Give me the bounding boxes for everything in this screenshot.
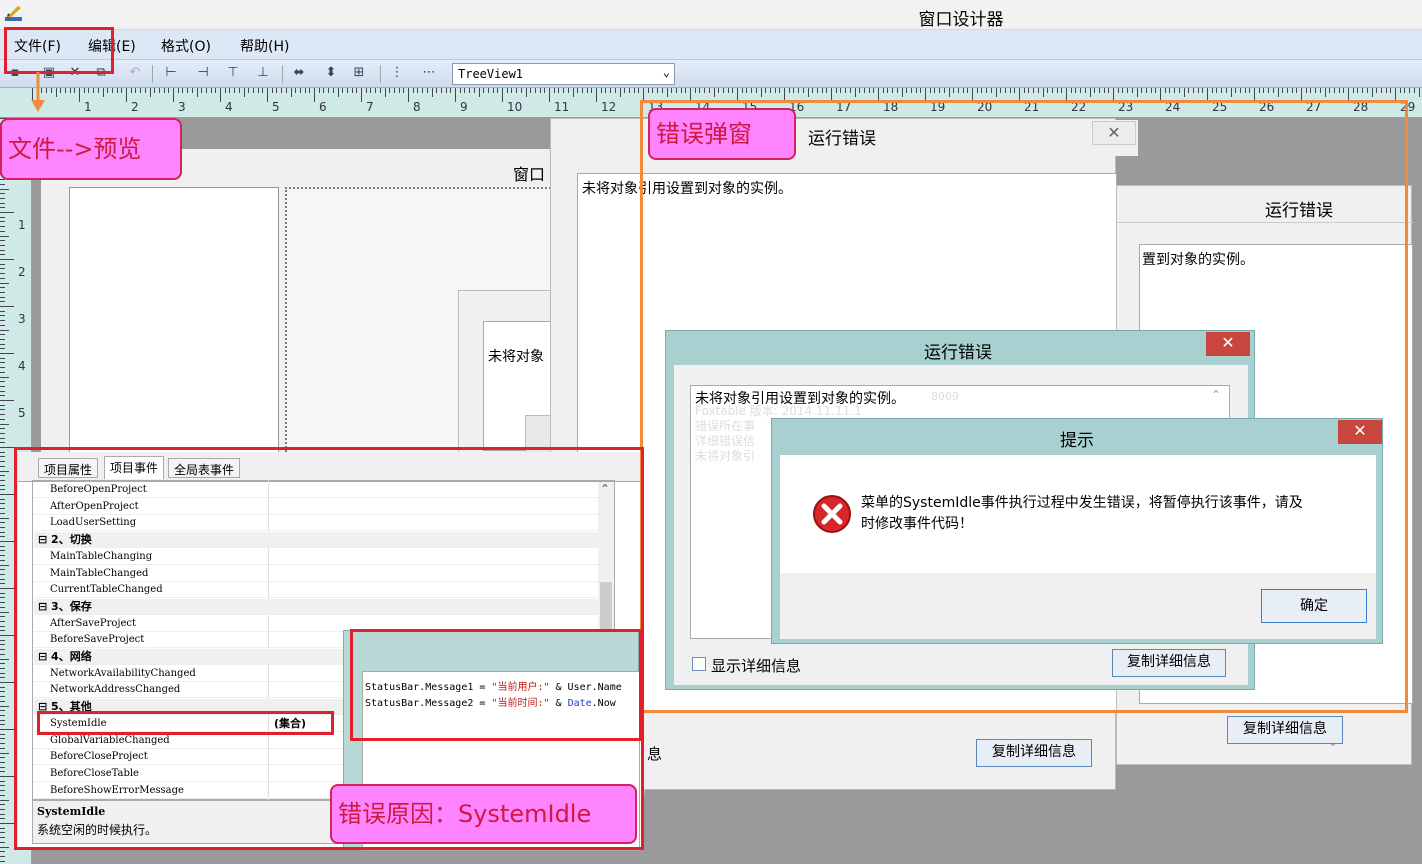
ruler-number: 2 bbox=[131, 100, 139, 114]
align-bottom-icon[interactable]: ⊥ bbox=[254, 65, 272, 81]
ruler-number: 12 bbox=[601, 100, 617, 114]
vruler-number: 1 bbox=[18, 218, 26, 232]
vertical-spacing-icon[interactable]: ⋮ bbox=[388, 65, 406, 81]
ruler-number: 5 bbox=[272, 100, 280, 114]
callout-error-cause: 错误原因：SystemIdle bbox=[330, 784, 637, 844]
undo-icon[interactable]: ↶ bbox=[126, 65, 144, 81]
align-right-icon[interactable]: ⊣ bbox=[194, 65, 212, 81]
control-select[interactable]: TreeView1 ⌄ bbox=[452, 63, 675, 85]
menu-bar: 文件(F) 编辑(E) 格式(O) 帮助(H) bbox=[0, 30, 1422, 60]
align-left-icon[interactable]: ⊢ bbox=[162, 65, 180, 81]
ruler-number: 8 bbox=[413, 100, 421, 114]
callout-preview: 文件-->预览 bbox=[0, 118, 182, 180]
annotation-code-box bbox=[350, 629, 642, 741]
callout-error-popup: 错误弹窗 bbox=[648, 108, 796, 160]
annotation-arrow bbox=[31, 72, 45, 112]
same-height-icon[interactable]: ⬍ bbox=[322, 65, 340, 81]
same-width-icon[interactable]: ⬌ bbox=[290, 65, 308, 81]
annotation-systemidle-box bbox=[37, 711, 334, 735]
vruler-number: 2 bbox=[18, 265, 26, 279]
ruler-number: 10 bbox=[507, 100, 523, 114]
ruler-number: 11 bbox=[554, 100, 570, 114]
vruler-number: 5 bbox=[18, 406, 26, 420]
same-size-icon[interactable]: ⊞ bbox=[350, 65, 368, 81]
ruler-number: 4 bbox=[225, 100, 233, 114]
menu-help[interactable]: 帮助(H) bbox=[240, 36, 289, 56]
copy-details-button[interactable]: 复制详细信息 bbox=[976, 739, 1092, 767]
annotation-error-popup-box bbox=[640, 100, 1408, 713]
ruler-number: 1 bbox=[84, 100, 92, 114]
design-form-title: 窗口 bbox=[513, 165, 546, 184]
error-near-message: 未将对象 bbox=[488, 349, 544, 365]
ruler-number: 6 bbox=[319, 100, 327, 114]
annotation-file-menu-box bbox=[4, 27, 114, 74]
horizontal-spacing-icon[interactable]: ⋯ bbox=[418, 65, 440, 81]
ruler-number: 9 bbox=[460, 100, 468, 114]
error-middle-partial-label: 息 bbox=[647, 745, 663, 763]
ruler-number: 3 bbox=[178, 100, 186, 114]
copy-details-button-far[interactable]: 复制详细信息 bbox=[1227, 716, 1343, 744]
window-title: 窗口设计器 bbox=[918, 10, 1004, 30]
toolbar: ▪ ▣ ✕ ⧉ ↶ ⊢ ⊣ ⊤ ⊥ ⬌ ⬍ ⊞ ⋮ ⋯ bbox=[0, 60, 1422, 88]
control-select-value: TreeView1 bbox=[458, 67, 524, 81]
vruler-number: 3 bbox=[18, 312, 26, 326]
treeview-control[interactable] bbox=[69, 187, 279, 459]
title-bar: 窗口设计器 bbox=[0, 0, 1422, 30]
menu-format[interactable]: 格式(O) bbox=[161, 36, 211, 56]
ruler-number: 7 bbox=[366, 100, 374, 114]
chevron-down-icon: ⌄ bbox=[662, 65, 670, 79]
vruler-number: 4 bbox=[18, 359, 26, 373]
align-top-icon[interactable]: ⊤ bbox=[224, 65, 242, 81]
